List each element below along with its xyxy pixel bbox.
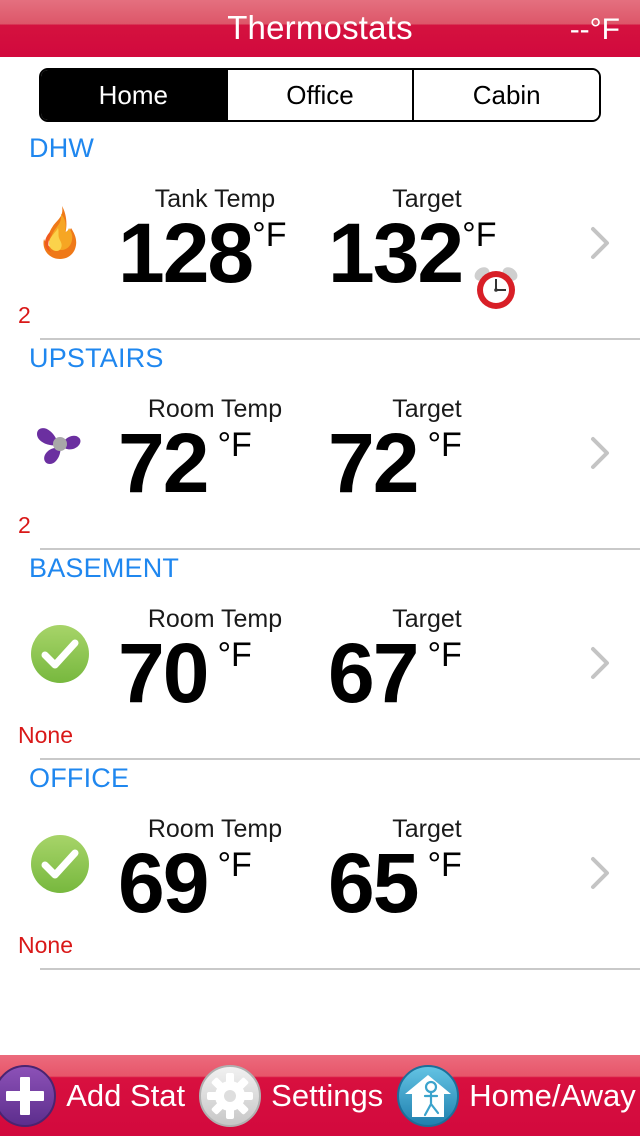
- thermostat-name: UPSTAIRS: [29, 343, 164, 373]
- plus-circle-icon: [0, 1063, 58, 1129]
- bottom-toolbar: Add Stat Settings Home/Away: [0, 1055, 640, 1136]
- tab-cabin[interactable]: Cabin: [414, 70, 599, 120]
- check-circle-icon: [28, 832, 92, 896]
- current-temp-value: 69: [118, 836, 209, 930]
- page-title: Thermostats: [227, 9, 413, 46]
- current-temp-unit: °F: [217, 426, 252, 464]
- target-temp-unit: °F: [427, 846, 462, 884]
- thermostat-row[interactable]: UPSTAIRS Room Temp 72 °F Target 72 °F 2: [0, 340, 640, 550]
- target-temp-value-group: 67 °F: [322, 626, 532, 720]
- target-temp-value: 67: [328, 626, 419, 720]
- thermostats-app: Thermostats --°F Home Office Cabin DHW T…: [0, 0, 640, 1136]
- target-temp-block[interactable]: Target 72 °F: [322, 394, 532, 510]
- target-temp-value-group: 65 °F: [322, 836, 532, 930]
- current-temp-value-group: 70 °F: [110, 626, 320, 720]
- settings-button[interactable]: Settings: [197, 1055, 395, 1136]
- current-temp-value-group: 128 °F: [110, 206, 320, 300]
- current-temp-value-group: 69 °F: [110, 836, 320, 930]
- chevron-right-icon[interactable]: [588, 855, 612, 891]
- flame-icon: [28, 202, 92, 266]
- thermostat-row[interactable]: DHW Tank Temp 128 °F Target 132 °F 2: [0, 130, 640, 340]
- target-temp-unit: °F: [427, 636, 462, 674]
- app-header: Thermostats --°F: [0, 0, 640, 57]
- current-temp-block: Room Temp 70 °F: [110, 604, 320, 720]
- home-away-label: Home/Away: [469, 1077, 636, 1113]
- current-temp-block: Room Temp 69 °F: [110, 814, 320, 930]
- target-temp-block[interactable]: Target 65 °F: [322, 814, 532, 930]
- current-temp-unit: °F: [217, 636, 252, 674]
- gear-icon: [197, 1063, 263, 1129]
- current-temp-block: Tank Temp 128 °F: [110, 184, 320, 300]
- chevron-right-icon[interactable]: [588, 225, 612, 261]
- thermostat-name: BASEMENT: [29, 553, 180, 583]
- settings-label: Settings: [271, 1077, 384, 1113]
- home-away-button[interactable]: Home/Away: [395, 1055, 640, 1136]
- thermostat-row[interactable]: OFFICE Room Temp 69 °F Target 65 °F None: [0, 760, 640, 970]
- tab-home[interactable]: Home: [41, 70, 228, 120]
- target-temp-value: 72: [328, 416, 419, 510]
- current-temp-value: 128: [118, 206, 254, 300]
- schedule-count: 2: [18, 302, 31, 328]
- check-circle-icon: [28, 622, 92, 686]
- schedule-count: None: [18, 932, 73, 958]
- schedule-count: 2: [18, 512, 31, 538]
- target-temp-block[interactable]: Target 67 °F: [322, 604, 532, 720]
- schedule-count: None: [18, 722, 73, 748]
- current-temp-value-group: 72 °F: [110, 416, 320, 510]
- current-temp-block: Room Temp 72 °F: [110, 394, 320, 510]
- target-temp-unit: °F: [462, 216, 497, 254]
- add-stat-label: Add Stat: [66, 1077, 186, 1113]
- row-divider: [40, 968, 640, 970]
- add-stat-button[interactable]: Add Stat: [0, 1055, 197, 1136]
- target-temp-value-group: 72 °F: [322, 416, 532, 510]
- target-temp-unit: °F: [427, 426, 462, 464]
- outside-temperature: --°F: [569, 13, 620, 46]
- thermostat-name: OFFICE: [29, 763, 130, 793]
- chevron-right-icon[interactable]: [588, 645, 612, 681]
- current-temp-value: 72: [118, 416, 209, 510]
- house-person-icon: [395, 1063, 461, 1129]
- tab-office[interactable]: Office: [227, 70, 415, 120]
- alarm-clock-icon: [470, 262, 522, 314]
- thermostat-name: DHW: [29, 133, 95, 163]
- fan-icon: [28, 412, 92, 476]
- target-temp-value: 132: [328, 206, 464, 300]
- thermostat-list: DHW Tank Temp 128 °F Target 132 °F 2 UPS…: [0, 130, 640, 970]
- current-temp-unit: °F: [252, 216, 287, 254]
- chevron-right-icon[interactable]: [588, 435, 612, 471]
- current-temp-value: 70: [118, 626, 209, 720]
- thermostat-row[interactable]: BASEMENT Room Temp 70 °F Target 67 °F No…: [0, 550, 640, 760]
- current-temp-unit: °F: [217, 846, 252, 884]
- target-temp-value: 65: [328, 836, 419, 930]
- location-segmented-control[interactable]: Home Office Cabin: [39, 68, 601, 122]
